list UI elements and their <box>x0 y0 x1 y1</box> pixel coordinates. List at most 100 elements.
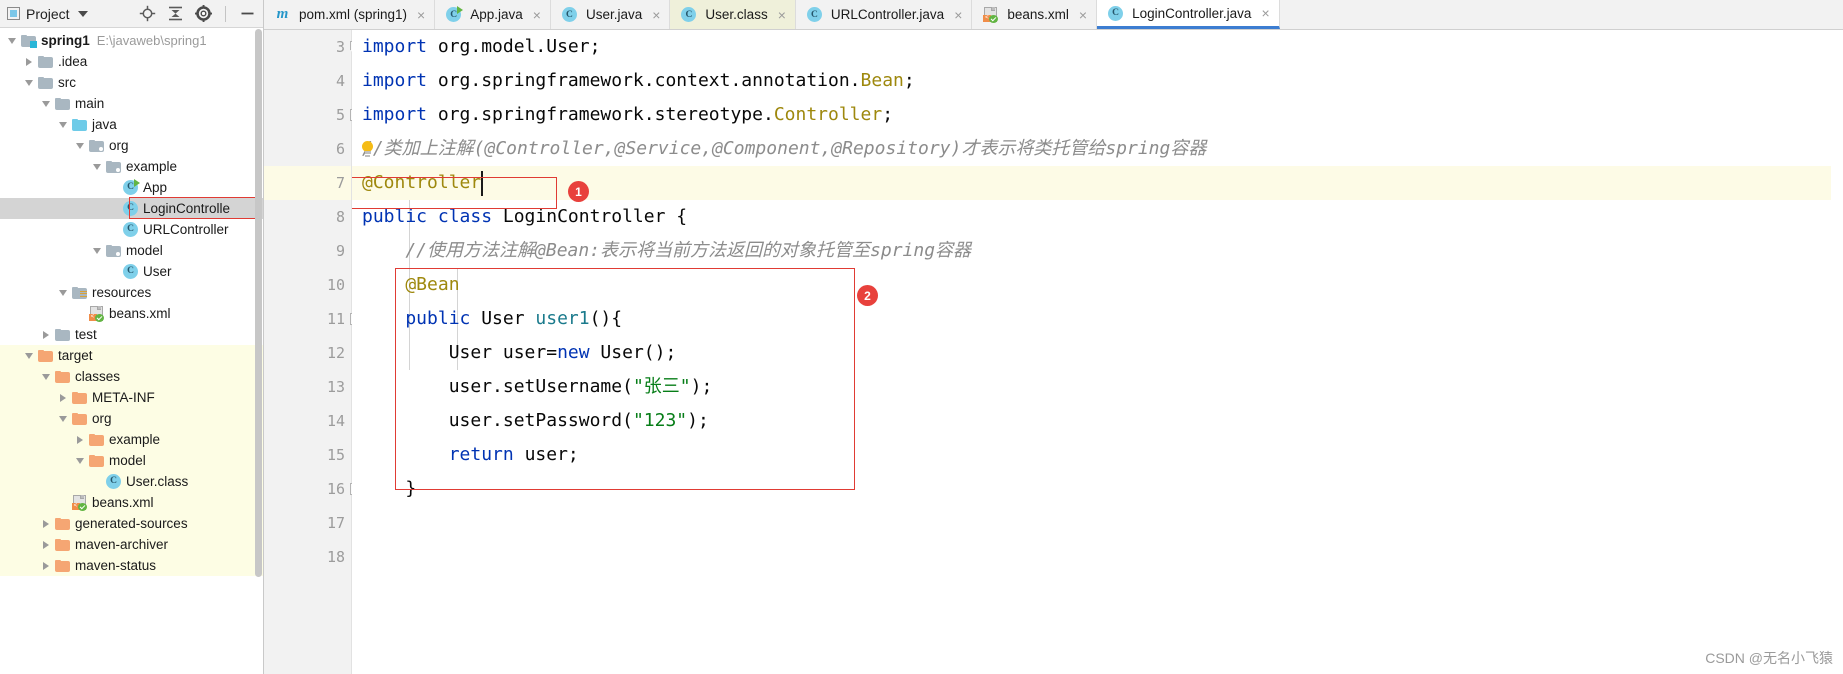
editor-scrollbar[interactable] <box>1831 59 1843 674</box>
hide-panel-icon[interactable] <box>239 5 256 22</box>
twisty-collapsed-icon[interactable] <box>72 435 88 444</box>
twisty-expanded-icon[interactable] <box>21 352 37 359</box>
gutter-line-5[interactable]: 5 <box>264 98 362 132</box>
close-icon[interactable]: × <box>1261 6 1269 20</box>
tree-item-user[interactable]: C User <box>0 261 263 282</box>
close-icon[interactable]: × <box>778 8 786 22</box>
tree-item-org[interactable]: org <box>0 408 263 429</box>
tree-item-beans-xml[interactable]: < beans.xml <box>0 303 263 324</box>
close-icon[interactable]: × <box>1079 8 1087 22</box>
twisty-expanded-icon[interactable] <box>72 457 88 464</box>
gutter-line-15[interactable]: 15 <box>264 438 351 472</box>
twisty-collapsed-icon[interactable] <box>38 519 54 528</box>
gutter-line-18[interactable]: 18 <box>264 540 351 574</box>
editor-tab-app-java[interactable]: C App.java × <box>435 0 551 29</box>
project-panel-title-button[interactable]: Project <box>4 4 93 24</box>
editor-gutter[interactable]: 3 4 5 6 7 8 9 10 11 12 13 14 15 16 17 18 <box>264 30 362 674</box>
tree-item-app[interactable]: C App <box>0 177 263 198</box>
twisty-collapsed-icon[interactable] <box>55 393 71 402</box>
tree-item-model[interactable]: model <box>0 450 263 471</box>
tree-item-example[interactable]: example <box>0 156 263 177</box>
gutter-line-4[interactable]: 4 <box>264 64 351 98</box>
chevron-down-icon[interactable] <box>77 10 88 17</box>
twisty-expanded-icon[interactable] <box>55 415 71 422</box>
code-line-6[interactable]: //类加上注解(@Controller,@Service,@Component,… <box>352 132 1843 166</box>
tree-item-resources[interactable]: resources <box>0 282 263 303</box>
editor-tab-urlcontroller-java[interactable]: C URLController.java × <box>795 0 973 29</box>
collapse-all-icon[interactable] <box>167 5 184 22</box>
close-icon[interactable]: × <box>954 8 962 22</box>
twisty-expanded-icon[interactable] <box>89 247 105 254</box>
tree-item-maven-archiver[interactable]: maven-archiver <box>0 534 263 555</box>
tree-item-src[interactable]: src <box>0 72 263 93</box>
editor-tab-user-class[interactable]: C User.class × <box>670 0 796 29</box>
code-line-5[interactable]: import org.springframework.stereotype.Co… <box>352 98 1843 132</box>
gutter-line-10[interactable]: 10 <box>264 268 351 302</box>
editor-tab-pom-xml--spring1-[interactable]: m pom.xml (spring1) × <box>264 0 436 29</box>
editor-tab-bar[interactable]: m pom.xml (spring1) × C App.java × C User.java ×… <box>264 0 1843 30</box>
gutter-line-14[interactable]: 14 <box>264 404 351 438</box>
code-line-3[interactable]: import org.model.User; <box>352 30 1843 64</box>
twisty-expanded-icon[interactable] <box>72 142 88 149</box>
editor-tab-beans-xml[interactable]: < beans.xml × <box>972 0 1098 29</box>
gutter-line-6[interactable]: 6 <box>264 132 351 166</box>
tree-item-model[interactable]: model <box>0 240 263 261</box>
code-line-16[interactable]: } <box>352 472 1843 506</box>
twisty-collapsed-icon[interactable] <box>21 57 37 66</box>
tree-item-maven-status[interactable]: maven-status <box>0 555 263 576</box>
gutter-line-16[interactable]: 16 <box>264 472 362 506</box>
twisty-expanded-icon[interactable] <box>38 373 54 380</box>
tree-item--idea[interactable]: .idea <box>0 51 263 72</box>
gutter-line-8[interactable]: 8 <box>264 200 351 234</box>
code-line-15[interactable]: return user; <box>352 438 1843 472</box>
tree-item-beans-xml[interactable]: < beans.xml <box>0 492 263 513</box>
twisty-expanded-icon[interactable] <box>55 289 71 296</box>
code-line-10[interactable]: @Bean <box>352 268 1843 302</box>
project-tree-scrollbar[interactable] <box>255 27 262 674</box>
gutter-line-11[interactable]: 11 <box>264 302 362 336</box>
twisty-expanded-icon[interactable] <box>89 163 105 170</box>
close-icon[interactable]: × <box>533 8 541 22</box>
tree-item-example[interactable]: example <box>0 429 263 450</box>
tree-item-classes[interactable]: classes <box>0 366 263 387</box>
tree-item-main[interactable]: main <box>0 93 263 114</box>
twisty-expanded-icon[interactable] <box>21 79 37 86</box>
twisty-expanded-icon[interactable] <box>38 100 54 107</box>
tree-item-logincontrolle[interactable]: C LoginControlle <box>0 198 263 219</box>
gutter-line-9[interactable]: 9 <box>264 234 351 268</box>
code-line-13[interactable]: user.setUsername("张三"); <box>352 370 1843 404</box>
twisty-collapsed-icon[interactable] <box>38 561 54 570</box>
settings-gear-icon[interactable] <box>195 5 212 22</box>
gutter-line-17[interactable]: 17 <box>264 506 351 540</box>
tree-item-meta-inf[interactable]: META-INF <box>0 387 263 408</box>
tree-item-user-class[interactable]: C User.class <box>0 471 263 492</box>
intention-bulb-icon[interactable] <box>360 141 375 158</box>
close-icon[interactable]: × <box>417 8 425 22</box>
gutter-line-7[interactable]: 7 <box>264 166 351 200</box>
code-line-8[interactable]: public class LoginController { <box>352 200 1843 234</box>
tree-item-generated-sources[interactable]: generated-sources <box>0 513 263 534</box>
twisty-collapsed-icon[interactable] <box>38 540 54 549</box>
code-text-area[interactable]: 1 2 CSDN @无名小飞猿 import org.model.User; im… <box>352 30 1843 674</box>
code-line-17[interactable] <box>352 506 1843 540</box>
gutter-line-13[interactable]: 13 <box>264 370 351 404</box>
code-line-14[interactable]: user.setPassword("123"); <box>352 404 1843 438</box>
tree-item-org[interactable]: org <box>0 135 263 156</box>
tree-item-spring1[interactable]: spring1 E:\javaweb\spring1 <box>0 30 263 51</box>
code-line-4[interactable]: import org.springframework.context.annot… <box>352 64 1843 98</box>
twisty-expanded-icon[interactable] <box>55 121 71 128</box>
tree-item-urlcontroller[interactable]: C URLController <box>0 219 263 240</box>
code-line-18[interactable] <box>352 540 1843 574</box>
project-tree[interactable]: spring1 E:\javaweb\spring1 .idea src main jav… <box>0 28 263 674</box>
code-line-11[interactable]: public User user1(){ <box>352 302 1843 336</box>
tree-item-target[interactable]: target <box>0 345 263 366</box>
code-line-9[interactable]: //使用方法注解@Bean:表示将当前方法返回的对象托管至spring容器 <box>352 234 1843 268</box>
twisty-collapsed-icon[interactable] <box>38 330 54 339</box>
locate-target-icon[interactable] <box>139 5 156 22</box>
tree-item-java[interactable]: java <box>0 114 263 135</box>
gutter-line-12[interactable]: 12 <box>264 336 351 370</box>
tree-item-test[interactable]: test <box>0 324 263 345</box>
editor-tab-logincontroller-java[interactable]: C LoginController.java × <box>1097 0 1280 29</box>
spring-bean-gutter-icon[interactable] <box>326 276 343 293</box>
gutter-line-3[interactable]: 3 <box>264 30 362 64</box>
